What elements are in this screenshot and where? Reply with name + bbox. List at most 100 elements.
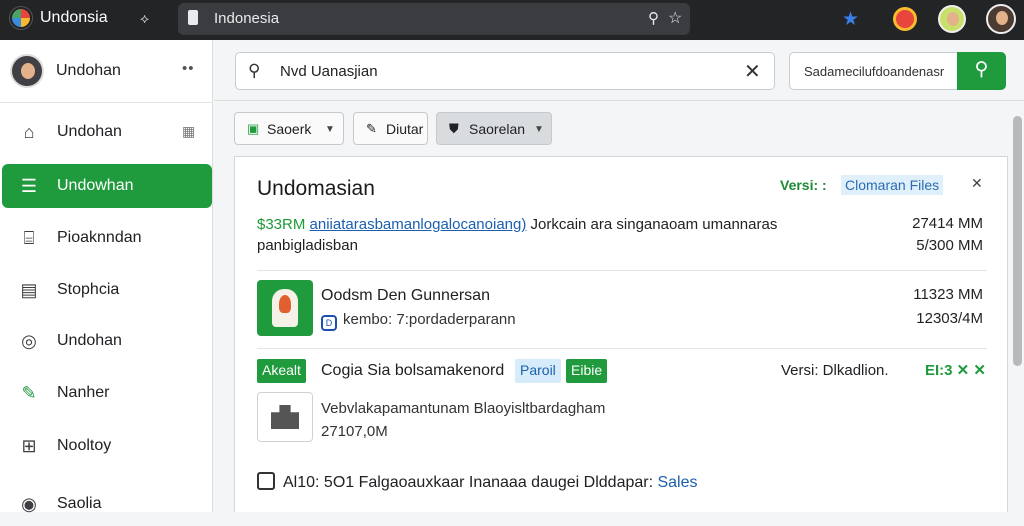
entry-version: Versi: Dlkadlion. bbox=[781, 362, 889, 379]
saorelan-dropdown-button[interactable]: ⛊ Saorelan ▼ bbox=[436, 112, 552, 145]
document-description: Vebvlakapamantunam Blaoyisltbardagham bbox=[321, 400, 606, 417]
item-thumbnail[interactable] bbox=[257, 280, 313, 336]
sidebar-item-nanher[interactable]: ✎ Nanher bbox=[2, 371, 212, 415]
status-badge: Paroil bbox=[515, 359, 561, 383]
home-icon: ⌂ bbox=[23, 122, 35, 142]
search-value[interactable]: Nvd Uanasjian bbox=[280, 63, 378, 80]
summary-description: Jorkcain ara singanaoam umannaras bbox=[526, 216, 778, 233]
app-logo-icon bbox=[10, 7, 32, 29]
chevron-down-icon: ▼ bbox=[534, 124, 544, 135]
grid-badge-icon: ▦ bbox=[182, 123, 196, 139]
footer-line: Al10: 5O1 Falgaoauxkaar Inanaaa daugei D… bbox=[257, 472, 698, 492]
avatar bbox=[10, 54, 44, 88]
grid-icon: ⊞ bbox=[21, 436, 37, 456]
sidebar: Undohan •• ⌂ Undohan ▦ ☰ Undowhan ⌸ Pioa… bbox=[0, 40, 213, 514]
sidebar-profile[interactable]: Undohan •• bbox=[10, 54, 200, 90]
sidebar-item-undohan-search[interactable]: ◎ Undohan bbox=[2, 319, 212, 363]
edit-icon: ✎ bbox=[366, 121, 377, 136]
address-bar[interactable]: Indonesia ⚲ ☆ bbox=[178, 3, 690, 35]
item-value-1: 11323 MM bbox=[913, 286, 983, 303]
sidebar-divider bbox=[0, 102, 213, 103]
diutar-button[interactable]: ✎ Diutar bbox=[353, 112, 428, 145]
sidebar-item-label: Undohan bbox=[57, 123, 122, 140]
sidebar-item-label: Stophcia bbox=[57, 281, 120, 298]
edit-icon bbox=[257, 472, 275, 490]
tool-icon: ✎ bbox=[21, 383, 37, 403]
sidebar-item-stophcia[interactable]: ▤ Stophcia bbox=[2, 268, 212, 312]
version-label: Versi: : bbox=[780, 177, 827, 193]
saorelan-label: Saorelan bbox=[469, 121, 526, 137]
sidebar-item-label: Nooltoy bbox=[57, 437, 112, 454]
account-avatar[interactable] bbox=[986, 4, 1016, 34]
sidebar-item-nooltoy[interactable]: ⊞ Nooltoy bbox=[2, 424, 212, 468]
row-divider bbox=[257, 348, 987, 349]
sidebar-item-undowhan[interactable]: ☰ Undowhan bbox=[2, 164, 212, 208]
lock-icon bbox=[188, 10, 198, 25]
summary-value-1: 27414 MM bbox=[912, 215, 983, 232]
summary-line: $33RM aniiatarasbamanlogalocanoiang) Jor… bbox=[257, 216, 777, 233]
status-badge: Akealt bbox=[257, 359, 306, 383]
results-panel: Undomasian Versi: : Clomaran Files ✕ $33… bbox=[234, 156, 1008, 512]
search-icon: ⚲ bbox=[248, 61, 261, 80]
sidebar-item-label: Undowhan bbox=[57, 177, 134, 194]
filter-input[interactable]: Sadamecilufdoandenasr bbox=[789, 52, 959, 90]
item-value-2: 12303/4M bbox=[916, 310, 983, 327]
footer-link[interactable]: Sales bbox=[657, 474, 697, 491]
saoerk-dropdown-button[interactable]: ▣ Saoerk ▼ bbox=[234, 112, 344, 145]
document-thumbnail[interactable] bbox=[257, 392, 313, 442]
sidebar-item-pioaknndan[interactable]: ⌸ Pioaknndan bbox=[2, 216, 212, 260]
address-text[interactable]: Indonesia bbox=[214, 10, 279, 27]
more-options-icon[interactable]: •• bbox=[182, 60, 195, 77]
favorites-star-icon[interactable]: ★ bbox=[842, 8, 859, 31]
sidebar-item-label: Nanher bbox=[57, 384, 110, 401]
building-icon bbox=[271, 405, 299, 429]
profile-avatar-icon[interactable] bbox=[938, 5, 966, 33]
browser-toolbar: Undonsia ⟡ Indonesia ⚲ ☆ ★ bbox=[0, 0, 1024, 40]
close-icon[interactable]: ✕ bbox=[971, 175, 983, 192]
status-badge: Eibie bbox=[566, 359, 608, 383]
search-icon: ⚲ bbox=[974, 59, 989, 80]
entry-flags[interactable]: EI:3 ✕ ✕ bbox=[925, 361, 986, 379]
sidebar-item-saolia[interactable]: ◉ Saolia bbox=[2, 482, 212, 526]
main-divider bbox=[214, 100, 1024, 101]
table-icon: ▣ bbox=[247, 121, 260, 136]
bank-icon: ⌸ bbox=[23, 228, 35, 248]
app-brand[interactable]: Undonsia bbox=[10, 7, 108, 29]
summary-link[interactable]: aniiatarasbamanlogalocanoiang) bbox=[310, 216, 527, 233]
profile-name: Undohan bbox=[56, 62, 121, 79]
footer-text: Falgaoauxkaar Inanaaa daugei Dlddapar: bbox=[354, 474, 658, 491]
item-meta-text: kembo: 7:pordaderparann bbox=[343, 311, 516, 328]
entry-title[interactable]: Cogia Sia bolsamakenord bbox=[321, 362, 504, 380]
sidebar-item-label: Pioaknndan bbox=[57, 229, 142, 246]
shield-icon: ⛊ bbox=[449, 121, 459, 136]
chevron-down-icon: ▼ bbox=[325, 124, 335, 135]
app-title: Undonsia bbox=[40, 9, 108, 26]
page-title: Undomasian bbox=[257, 177, 375, 200]
sidebar-item-label: Undohan bbox=[57, 332, 122, 349]
version-files-link[interactable]: Clomaran Files bbox=[841, 175, 944, 195]
sidebar-item-undohan[interactable]: ⌂ Undohan ▦ bbox=[2, 110, 212, 154]
saoerk-label: Saoerk bbox=[267, 121, 312, 137]
diutar-label: Diutar bbox=[386, 121, 424, 137]
close-icon[interactable]: ✕ bbox=[744, 59, 761, 84]
row-divider bbox=[257, 270, 987, 271]
filter-text[interactable]: Sadamecilufdoandenasr bbox=[804, 64, 944, 79]
summary-amount: $33RM bbox=[257, 216, 306, 233]
sidebar-item-label: Saolia bbox=[57, 495, 102, 512]
bookmark-star-icon[interactable]: ☆ bbox=[668, 8, 682, 28]
search-input[interactable]: ⚲ Nvd Uanasjian ✕ bbox=[235, 52, 775, 90]
summary-subtitle: panbigladisban bbox=[257, 237, 358, 254]
item-title[interactable]: Oodsm Den Gunnersan bbox=[321, 287, 490, 305]
search-icon: ◎ bbox=[21, 331, 37, 351]
document-icon: ▤ bbox=[20, 280, 38, 300]
pin-icon[interactable]: ⟡ bbox=[140, 10, 149, 27]
search-icon[interactable]: ⚲ bbox=[648, 9, 659, 27]
list-icon: ☰ bbox=[20, 176, 38, 196]
search-button[interactable]: ⚲ bbox=[957, 52, 1006, 90]
extension-icon[interactable] bbox=[893, 7, 917, 31]
info-icon: D bbox=[321, 315, 337, 331]
scrollbar[interactable] bbox=[1013, 116, 1022, 366]
item-meta: Dkembo: 7:pordaderparann bbox=[321, 311, 516, 331]
summary-value-2: 5/300 MM bbox=[916, 237, 983, 254]
document-value: 27107,0M bbox=[321, 423, 388, 440]
